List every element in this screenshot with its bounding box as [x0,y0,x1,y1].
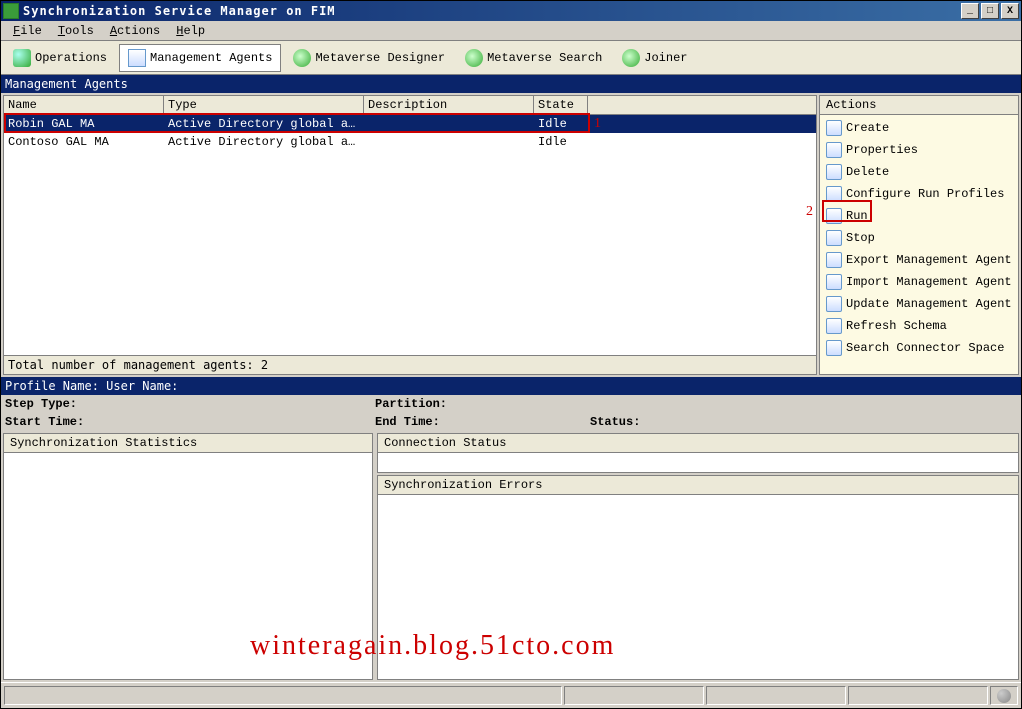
window-controls: _ □ X [959,3,1019,19]
status-label: Status: [590,415,640,429]
search-icon [826,340,842,356]
menubar: File Tools Actions Help [1,21,1021,41]
sync-errors-panel: Synchronization Errors [377,475,1019,680]
sync-statistics-panel: Synchronization Statistics [3,433,373,680]
minimize-button[interactable]: _ [961,3,979,19]
toolbar-management-agents[interactable]: Management Agents [119,44,281,72]
export-icon [826,252,842,268]
header-type[interactable]: Type [164,96,364,114]
content-area: Management Agents Name Type Description … [1,75,1021,682]
actions-panel: Actions Create Properties Delete Configu… [819,95,1019,375]
connection-status-panel: Connection Status [377,433,1019,473]
refresh-icon [826,318,842,334]
lower-left: Synchronization Statistics [3,433,373,680]
end-time-label: End Time: [375,415,590,429]
stop-icon [826,230,842,246]
delete-icon [826,164,842,180]
action-list: Create Properties Delete Configure Run P… [820,115,1018,361]
partition-label: Partition: [375,397,590,411]
action-import-ma[interactable]: Import Management Agent [822,271,1016,293]
menu-file[interactable]: File [5,22,50,40]
action-refresh-schema[interactable]: Refresh Schema [822,315,1016,337]
toolbar-metaverse-designer[interactable]: Metaverse Designer [285,45,453,71]
toolbar: Operations Management Agents Metaverse D… [1,41,1021,75]
configure-icon [826,186,842,202]
status-cell-icon [990,686,1018,705]
gear-icon [997,689,1011,703]
lower-pane: Synchronization Statistics Connection St… [1,431,1021,682]
action-delete[interactable]: Delete [822,161,1016,183]
management-agents-grid: Name Type Description State Robin GAL MA… [3,95,817,375]
info-row-2: Start Time: End Time: Status: [1,413,1021,431]
action-stop[interactable]: Stop [822,227,1016,249]
window-title: Synchronization Service Manager on FIM [23,4,959,18]
table-row[interactable]: Contoso GAL MA Active Directory global a… [4,133,816,151]
grid-total: Total number of management agents: 2 [4,355,816,374]
statusbar [1,682,1021,708]
header-description[interactable]: Description [364,96,534,114]
profile-bar: Profile Name: User Name: [1,377,1021,395]
toolbar-metaverse-search[interactable]: Metaverse Search [457,45,610,71]
properties-icon [826,142,842,158]
toolbar-operations[interactable]: Operations [5,45,115,71]
sync-statistics-header: Synchronization Statistics [4,434,372,453]
status-cell-3 [706,686,846,705]
run-icon [826,208,842,224]
app-icon [3,3,19,19]
start-time-label: Start Time: [5,415,375,429]
table-row[interactable]: Robin GAL MA Active Directory global add… [4,115,816,133]
header-name[interactable]: Name [4,96,164,114]
lower-right: Connection Status Synchronization Errors [377,433,1019,680]
action-properties[interactable]: Properties [822,139,1016,161]
action-run[interactable]: Run [822,205,1016,227]
sync-errors-header: Synchronization Errors [378,476,1018,495]
maximize-button[interactable]: □ [981,3,999,19]
import-icon [826,274,842,290]
grid-section-header: Management Agents [1,75,1021,93]
create-icon [826,120,842,136]
actions-header: Actions [820,96,1018,115]
menu-tools[interactable]: Tools [50,22,102,40]
main-window: Synchronization Service Manager on FIM _… [0,0,1022,709]
action-configure-run-profiles[interactable]: Configure Run Profiles [822,183,1016,205]
info-row-1: Step Type: Partition: [1,395,1021,413]
grid-body[interactable]: Robin GAL MA Active Directory global add… [4,115,816,355]
toolbar-joiner[interactable]: Joiner [614,45,695,71]
status-cell-4 [848,686,988,705]
step-type-label: Step Type: [5,397,375,411]
status-cell-main [4,686,562,705]
menu-help[interactable]: Help [168,22,213,40]
upper-pane: Name Type Description State Robin GAL MA… [1,93,1021,377]
update-icon [826,296,842,312]
close-button[interactable]: X [1001,3,1019,19]
action-update-ma[interactable]: Update Management Agent [822,293,1016,315]
titlebar[interactable]: Synchronization Service Manager on FIM _… [1,1,1021,21]
header-state[interactable]: State [534,96,588,114]
action-create[interactable]: Create [822,117,1016,139]
grid-headers: Name Type Description State [4,96,816,115]
action-search-connector-space[interactable]: Search Connector Space [822,337,1016,359]
action-export-ma[interactable]: Export Management Agent [822,249,1016,271]
status-cell-2 [564,686,704,705]
menu-actions[interactable]: Actions [102,22,168,40]
connection-status-header: Connection Status [378,434,1018,453]
